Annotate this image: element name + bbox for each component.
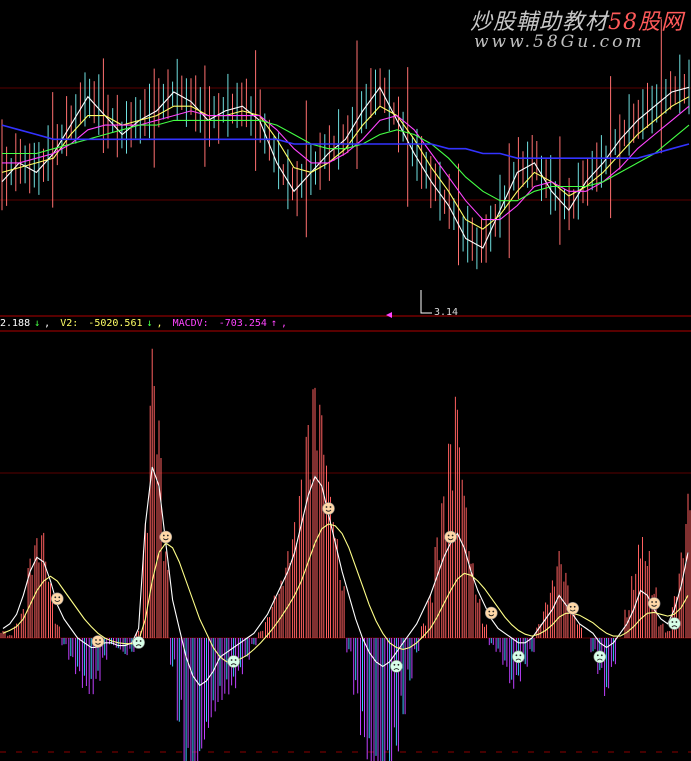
smile-marker-icon bbox=[322, 502, 335, 515]
smile-marker-icon bbox=[444, 530, 457, 544]
legend-v2: V2: -5020.561 ↓, bbox=[60, 318, 163, 329]
legend-macdv: MACDV: -703.254 ↑, bbox=[172, 318, 287, 329]
legend-value1: 2.188 ↓, bbox=[0, 318, 51, 329]
moving-average-line bbox=[2, 105, 690, 221]
legend-macdv-value: -703.254 bbox=[218, 318, 267, 329]
price-cursor-arrow bbox=[386, 312, 392, 318]
smile-marker-icon bbox=[50, 592, 64, 606]
legend-value1-number: 2.188 bbox=[0, 318, 31, 329]
smile-marker-icon bbox=[566, 601, 580, 615]
legend-value1-arrow: ↓ bbox=[34, 318, 41, 329]
indicator-legend: 2.188 ↓, V2: -5020.561 ↓, MACDV: -703.254 ↑… bbox=[0, 317, 291, 331]
legend-v2-label: V2: bbox=[60, 318, 79, 329]
legend-v2-value: -5020.561 bbox=[88, 318, 143, 329]
moving-average-line bbox=[1, 86, 690, 249]
moving-average-line bbox=[2, 119, 690, 202]
frown-marker-icon bbox=[668, 617, 681, 630]
legend-macdv-label: MACDV: bbox=[172, 318, 209, 329]
frown-marker-icon bbox=[227, 655, 240, 668]
frown-marker-icon bbox=[132, 636, 145, 649]
indicator-signal-line bbox=[2, 466, 689, 687]
watermark-url: www.58Gu.com bbox=[474, 32, 645, 52]
stock-chart bbox=[0, 19, 691, 761]
moving-average-line bbox=[1, 96, 690, 230]
frown-marker-icon bbox=[593, 650, 607, 664]
price-low-label: 3.14 bbox=[434, 307, 459, 318]
smile-marker-icon bbox=[484, 606, 498, 620]
indicator-signal-line bbox=[2, 523, 689, 663]
smile-marker-icon bbox=[159, 530, 173, 544]
price-low-leader bbox=[420, 290, 432, 314]
smile-marker-icon bbox=[647, 597, 661, 610]
smile-marker-icon bbox=[91, 635, 105, 648]
legend-macdv-arrow: ↑ bbox=[270, 318, 277, 329]
legend-v2-arrow: ↓ bbox=[146, 318, 153, 329]
frown-marker-icon bbox=[390, 659, 403, 673]
frown-marker-icon bbox=[512, 650, 525, 664]
